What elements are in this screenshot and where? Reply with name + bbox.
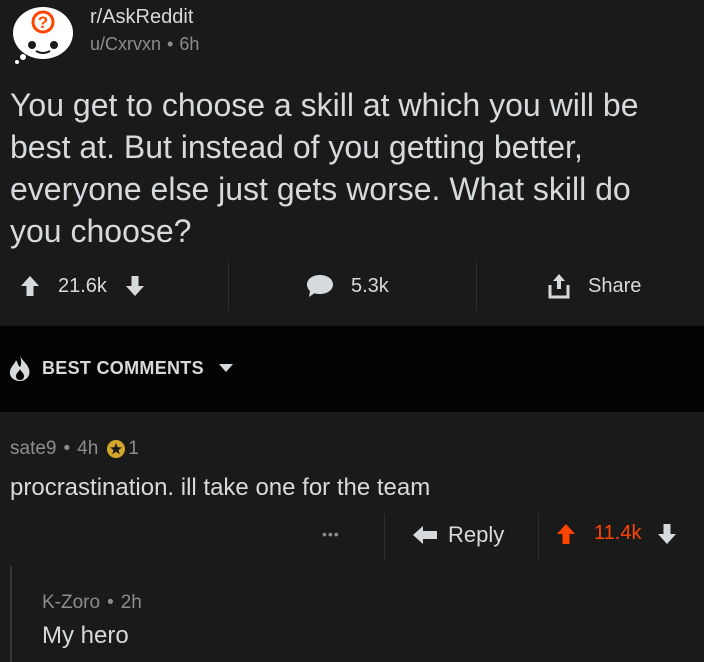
- post-action-bar: 21.6k 5.3k Share: [0, 256, 704, 316]
- action-divider: [476, 262, 477, 310]
- post-title[interactable]: You get to choose a skill at which you w…: [10, 84, 690, 252]
- meta-separator: •: [107, 592, 114, 613]
- comments-count: 5.3k: [351, 274, 389, 297]
- comment-meta: sate9 • 4h 1: [10, 438, 700, 460]
- comment: K-Zoro • 2h My hero: [42, 592, 682, 650]
- sort-label: BEST COMMENTS: [42, 357, 204, 378]
- arrow-down-icon[interactable]: [657, 523, 677, 545]
- award-count: 1: [128, 438, 139, 459]
- comment-meta: K-Zoro • 2h: [42, 592, 682, 614]
- meta-separator: •: [167, 34, 174, 54]
- askreddit-avatar-icon[interactable]: ?: [10, 4, 74, 66]
- action-divider: [538, 514, 539, 560]
- comment-age: 2h: [120, 592, 142, 613]
- meta-separator: •: [63, 438, 71, 459]
- comment-author[interactable]: sate9: [10, 438, 56, 460]
- post-meta: u/Cxrvxn • 6h: [90, 34, 199, 55]
- comment-vote-group: 11.4k: [556, 522, 677, 545]
- flame-icon: [8, 354, 32, 382]
- caret-down-icon: [218, 363, 234, 373]
- more-dots-icon[interactable]: •••: [322, 526, 340, 542]
- sort-dropdown[interactable]: BEST COMMENTS: [8, 354, 234, 382]
- comment-body: procrastination. ill take one for the te…: [10, 474, 431, 501]
- action-divider: [228, 262, 229, 310]
- reply-button[interactable]: Reply: [412, 522, 504, 548]
- reply-arrow-icon: [412, 525, 438, 545]
- svg-text:?: ?: [38, 13, 48, 32]
- comment-body: My hero: [42, 622, 129, 649]
- arrow-up-icon[interactable]: [556, 523, 576, 545]
- thread-line[interactable]: [10, 566, 12, 662]
- post-age: 6h: [179, 34, 200, 54]
- post-header: ? r/AskReddit u/Cxrvxn • 6h: [0, 0, 704, 70]
- arrow-down-icon[interactable]: [125, 275, 145, 297]
- post-vote-group: 21.6k: [20, 266, 145, 306]
- award-icon[interactable]: [106, 439, 126, 459]
- comments-button[interactable]: 5.3k: [305, 266, 389, 306]
- comment: sate9 • 4h 1 procrastination. ill take o…: [10, 438, 700, 502]
- comment-age: 4h: [77, 438, 99, 459]
- comment-action-bar: ••• Reply 11.4k: [0, 506, 704, 568]
- subreddit-name[interactable]: r/AskReddit: [90, 6, 193, 29]
- share-label: Share: [588, 274, 642, 297]
- comment-score: 11.4k: [594, 522, 642, 544]
- action-divider: [384, 514, 385, 560]
- reply-label: Reply: [448, 522, 505, 547]
- arrow-up-icon[interactable]: [20, 275, 40, 297]
- comment-author[interactable]: K-Zoro: [42, 592, 100, 614]
- post-score: 21.6k: [58, 274, 107, 297]
- share-icon: [548, 273, 570, 299]
- speech-bubble-icon: [305, 273, 335, 299]
- post-author[interactable]: u/Cxrvxn: [90, 34, 161, 54]
- share-button[interactable]: Share: [548, 266, 641, 306]
